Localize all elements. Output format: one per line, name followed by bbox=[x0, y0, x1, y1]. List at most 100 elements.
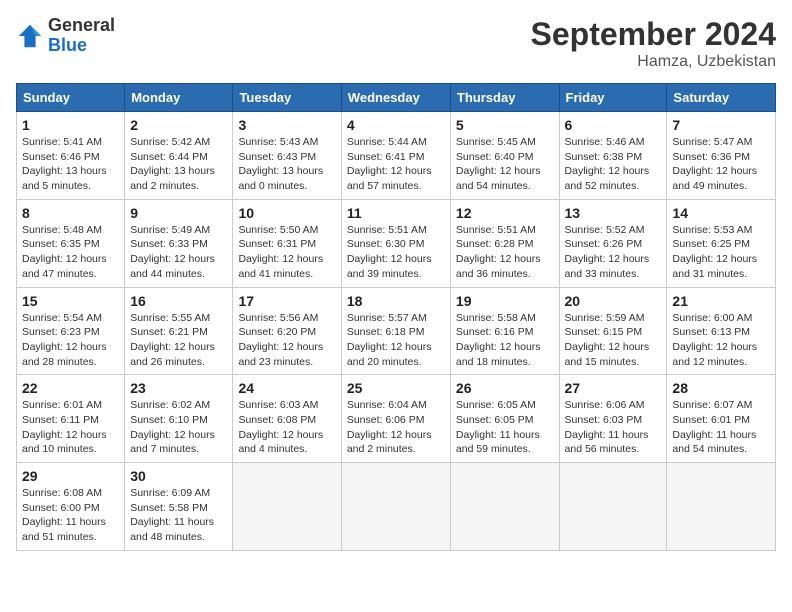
calendar-week-1: 1 Sunrise: 5:41 AM Sunset: 6:46 PM Dayli… bbox=[17, 112, 776, 200]
header-sunday: Sunday bbox=[17, 84, 125, 112]
day-number: 3 bbox=[238, 117, 335, 133]
location-title: Hamza, Uzbekistan bbox=[531, 53, 776, 71]
logo-text: General Blue bbox=[48, 16, 115, 56]
calendar-cell: 4 Sunrise: 5:44 AM Sunset: 6:41 PM Dayli… bbox=[341, 112, 450, 200]
header-thursday: Thursday bbox=[450, 84, 559, 112]
logo-blue-text: Blue bbox=[48, 35, 87, 55]
calendar-cell: 13 Sunrise: 5:52 AM Sunset: 6:26 PM Dayl… bbox=[559, 199, 667, 287]
day-info: Sunrise: 6:07 AM Sunset: 6:01 PM Dayligh… bbox=[672, 398, 770, 457]
day-info: Sunrise: 5:44 AM Sunset: 6:41 PM Dayligh… bbox=[347, 135, 445, 194]
calendar-week-3: 15 Sunrise: 5:54 AM Sunset: 6:23 PM Dayl… bbox=[17, 287, 776, 375]
logo: General Blue bbox=[16, 16, 115, 56]
calendar-cell: 9 Sunrise: 5:49 AM Sunset: 6:33 PM Dayli… bbox=[125, 199, 233, 287]
calendar-cell: 23 Sunrise: 6:02 AM Sunset: 6:10 PM Dayl… bbox=[125, 375, 233, 463]
title-area: September 2024 Hamza, Uzbekistan bbox=[531, 16, 776, 71]
day-info: Sunrise: 5:47 AM Sunset: 6:36 PM Dayligh… bbox=[672, 135, 770, 194]
day-number: 19 bbox=[456, 293, 554, 309]
day-info: Sunrise: 5:57 AM Sunset: 6:18 PM Dayligh… bbox=[347, 311, 445, 370]
day-number: 1 bbox=[22, 117, 119, 133]
day-number: 29 bbox=[22, 468, 119, 484]
calendar-cell: 12 Sunrise: 5:51 AM Sunset: 6:28 PM Dayl… bbox=[450, 199, 559, 287]
day-info: Sunrise: 5:51 AM Sunset: 6:28 PM Dayligh… bbox=[456, 223, 554, 282]
calendar-cell: 3 Sunrise: 5:43 AM Sunset: 6:43 PM Dayli… bbox=[233, 112, 341, 200]
day-info: Sunrise: 6:06 AM Sunset: 6:03 PM Dayligh… bbox=[565, 398, 662, 457]
header-tuesday: Tuesday bbox=[233, 84, 341, 112]
day-info: Sunrise: 6:00 AM Sunset: 6:13 PM Dayligh… bbox=[672, 311, 770, 370]
calendar-cell: 28 Sunrise: 6:07 AM Sunset: 6:01 PM Dayl… bbox=[667, 375, 776, 463]
day-info: Sunrise: 6:02 AM Sunset: 6:10 PM Dayligh… bbox=[130, 398, 227, 457]
header-saturday: Saturday bbox=[667, 84, 776, 112]
calendar-cell: 11 Sunrise: 5:51 AM Sunset: 6:30 PM Dayl… bbox=[341, 199, 450, 287]
day-info: Sunrise: 6:01 AM Sunset: 6:11 PM Dayligh… bbox=[22, 398, 119, 457]
calendar-cell bbox=[341, 463, 450, 551]
day-info: Sunrise: 5:46 AM Sunset: 6:38 PM Dayligh… bbox=[565, 135, 662, 194]
day-info: Sunrise: 5:55 AM Sunset: 6:21 PM Dayligh… bbox=[130, 311, 227, 370]
day-number: 8 bbox=[22, 205, 119, 221]
day-number: 9 bbox=[130, 205, 227, 221]
day-info: Sunrise: 5:54 AM Sunset: 6:23 PM Dayligh… bbox=[22, 311, 119, 370]
day-info: Sunrise: 5:59 AM Sunset: 6:15 PM Dayligh… bbox=[565, 311, 662, 370]
calendar-cell: 15 Sunrise: 5:54 AM Sunset: 6:23 PM Dayl… bbox=[17, 287, 125, 375]
calendar-cell: 26 Sunrise: 6:05 AM Sunset: 6:05 PM Dayl… bbox=[450, 375, 559, 463]
calendar-cell: 17 Sunrise: 5:56 AM Sunset: 6:20 PM Dayl… bbox=[233, 287, 341, 375]
day-number: 15 bbox=[22, 293, 119, 309]
day-number: 16 bbox=[130, 293, 227, 309]
day-info: Sunrise: 5:43 AM Sunset: 6:43 PM Dayligh… bbox=[238, 135, 335, 194]
calendar-cell bbox=[233, 463, 341, 551]
day-number: 30 bbox=[130, 468, 227, 484]
day-info: Sunrise: 5:51 AM Sunset: 6:30 PM Dayligh… bbox=[347, 223, 445, 282]
day-info: Sunrise: 5:45 AM Sunset: 6:40 PM Dayligh… bbox=[456, 135, 554, 194]
day-number: 20 bbox=[565, 293, 662, 309]
day-info: Sunrise: 6:05 AM Sunset: 6:05 PM Dayligh… bbox=[456, 398, 554, 457]
day-number: 11 bbox=[347, 205, 445, 221]
day-info: Sunrise: 6:09 AM Sunset: 5:58 PM Dayligh… bbox=[130, 486, 227, 545]
day-number: 13 bbox=[565, 205, 662, 221]
calendar-cell: 30 Sunrise: 6:09 AM Sunset: 5:58 PM Dayl… bbox=[125, 463, 233, 551]
day-number: 26 bbox=[456, 380, 554, 396]
day-number: 25 bbox=[347, 380, 445, 396]
header-wednesday: Wednesday bbox=[341, 84, 450, 112]
day-number: 21 bbox=[672, 293, 770, 309]
calendar-cell: 16 Sunrise: 5:55 AM Sunset: 6:21 PM Dayl… bbox=[125, 287, 233, 375]
day-number: 28 bbox=[672, 380, 770, 396]
day-number: 17 bbox=[238, 293, 335, 309]
day-info: Sunrise: 6:03 AM Sunset: 6:08 PM Dayligh… bbox=[238, 398, 335, 457]
calendar-header-row: SundayMondayTuesdayWednesdayThursdayFrid… bbox=[17, 84, 776, 112]
calendar-week-5: 29 Sunrise: 6:08 AM Sunset: 6:00 PM Dayl… bbox=[17, 463, 776, 551]
calendar-cell: 7 Sunrise: 5:47 AM Sunset: 6:36 PM Dayli… bbox=[667, 112, 776, 200]
calendar-cell: 10 Sunrise: 5:50 AM Sunset: 6:31 PM Dayl… bbox=[233, 199, 341, 287]
calendar-cell: 5 Sunrise: 5:45 AM Sunset: 6:40 PM Dayli… bbox=[450, 112, 559, 200]
calendar-cell: 24 Sunrise: 6:03 AM Sunset: 6:08 PM Dayl… bbox=[233, 375, 341, 463]
day-info: Sunrise: 5:41 AM Sunset: 6:46 PM Dayligh… bbox=[22, 135, 119, 194]
calendar-table: SundayMondayTuesdayWednesdayThursdayFrid… bbox=[16, 83, 776, 551]
calendar-cell: 22 Sunrise: 6:01 AM Sunset: 6:11 PM Dayl… bbox=[17, 375, 125, 463]
day-number: 12 bbox=[456, 205, 554, 221]
day-info: Sunrise: 5:49 AM Sunset: 6:33 PM Dayligh… bbox=[130, 223, 227, 282]
day-number: 10 bbox=[238, 205, 335, 221]
day-number: 27 bbox=[565, 380, 662, 396]
day-info: Sunrise: 5:53 AM Sunset: 6:25 PM Dayligh… bbox=[672, 223, 770, 282]
calendar-cell: 25 Sunrise: 6:04 AM Sunset: 6:06 PM Dayl… bbox=[341, 375, 450, 463]
calendar-cell: 18 Sunrise: 5:57 AM Sunset: 6:18 PM Dayl… bbox=[341, 287, 450, 375]
day-info: Sunrise: 6:08 AM Sunset: 6:00 PM Dayligh… bbox=[22, 486, 119, 545]
header-monday: Monday bbox=[125, 84, 233, 112]
logo-general-text: General bbox=[48, 15, 115, 35]
calendar-cell: 2 Sunrise: 5:42 AM Sunset: 6:44 PM Dayli… bbox=[125, 112, 233, 200]
calendar-cell: 21 Sunrise: 6:00 AM Sunset: 6:13 PM Dayl… bbox=[667, 287, 776, 375]
calendar-cell: 19 Sunrise: 5:58 AM Sunset: 6:16 PM Dayl… bbox=[450, 287, 559, 375]
calendar-cell: 14 Sunrise: 5:53 AM Sunset: 6:25 PM Dayl… bbox=[667, 199, 776, 287]
day-info: Sunrise: 5:56 AM Sunset: 6:20 PM Dayligh… bbox=[238, 311, 335, 370]
calendar-cell: 1 Sunrise: 5:41 AM Sunset: 6:46 PM Dayli… bbox=[17, 112, 125, 200]
calendar-week-2: 8 Sunrise: 5:48 AM Sunset: 6:35 PM Dayli… bbox=[17, 199, 776, 287]
calendar-cell bbox=[559, 463, 667, 551]
logo-icon bbox=[16, 22, 44, 50]
day-number: 7 bbox=[672, 117, 770, 133]
day-number: 6 bbox=[565, 117, 662, 133]
calendar-cell: 6 Sunrise: 5:46 AM Sunset: 6:38 PM Dayli… bbox=[559, 112, 667, 200]
day-number: 4 bbox=[347, 117, 445, 133]
header-friday: Friday bbox=[559, 84, 667, 112]
day-number: 2 bbox=[130, 117, 227, 133]
day-number: 23 bbox=[130, 380, 227, 396]
calendar-week-4: 22 Sunrise: 6:01 AM Sunset: 6:11 PM Dayl… bbox=[17, 375, 776, 463]
day-number: 18 bbox=[347, 293, 445, 309]
